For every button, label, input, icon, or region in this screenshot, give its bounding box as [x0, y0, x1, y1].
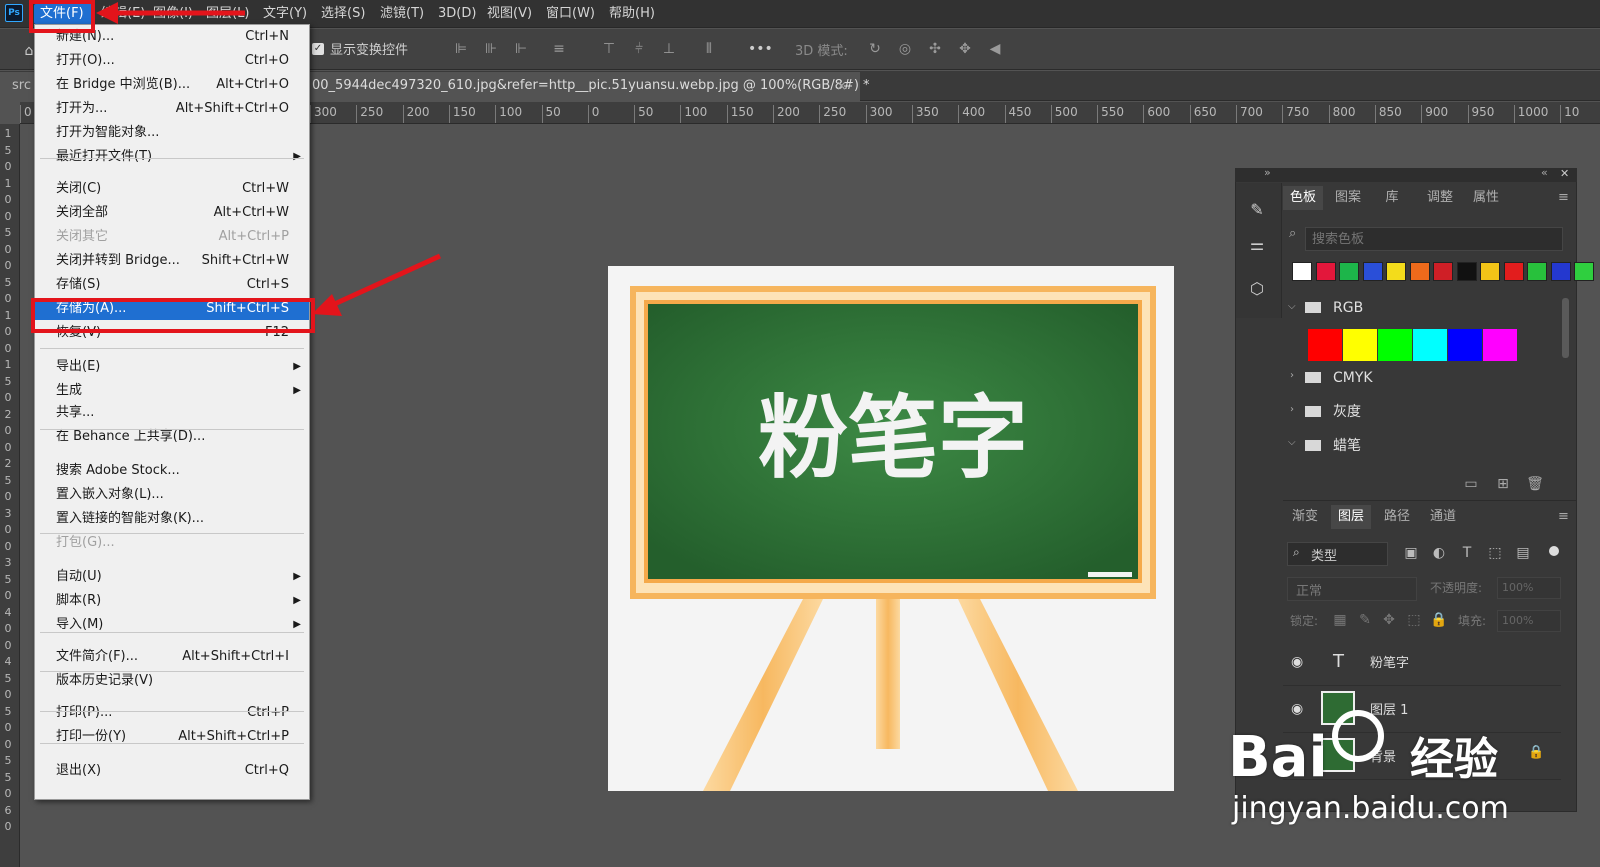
layer-row-text[interactable] [1283, 640, 1561, 686]
watermark-url: jingyan.baidu.com [1232, 791, 1509, 826]
swatch-group-grayscale[interactable]: 灰度 [1333, 400, 1361, 424]
panel-close-icon[interactable]: ✕ [1560, 167, 1569, 180]
filter-shape-icon[interactable]: ⬚ [1486, 545, 1504, 561]
color-swatch[interactable] [1503, 262, 1524, 281]
color-swatch[interactable] [1339, 262, 1359, 281]
color-swatch[interactable] [1386, 262, 1406, 281]
tab-swatches[interactable]: 色板 [1283, 186, 1323, 210]
color-swatch[interactable] [1378, 329, 1412, 361]
lock-all-icon[interactable]: 🔒 [1430, 612, 1448, 628]
3d-cube-icon[interactable]: ⬡ [1248, 281, 1266, 297]
grayscale-chevron-icon[interactable]: › [1290, 404, 1294, 415]
color-swatch[interactable] [1448, 329, 1482, 361]
opacity-input[interactable]: 100% [1497, 577, 1561, 599]
swatch-search-input[interactable] [1305, 227, 1563, 251]
filter-toggle-icon[interactable] [1549, 546, 1559, 556]
tab-gradients[interactable]: 渐变 [1285, 505, 1325, 529]
color-swatch[interactable] [1308, 329, 1342, 361]
color-swatch[interactable] [1292, 262, 1312, 281]
opacity-label: 不透明度: [1430, 581, 1483, 595]
tab-channels[interactable]: 通道 [1423, 505, 1463, 529]
lock-artboard-icon[interactable]: ⬚ [1405, 612, 1423, 628]
brush-settings-icon[interactable]: ✎ [1248, 202, 1266, 218]
search-icon: ⌕ [1289, 226, 1297, 241]
paw-logo-icon [1332, 710, 1384, 762]
delete-swatch-icon[interactable]: 🗑 [1526, 476, 1544, 492]
arrow-to-save-as [328, 253, 442, 309]
layer-filter-label: 类型 [1311, 549, 1338, 564]
color-swatch[interactable] [1409, 262, 1430, 281]
filter-adjustment-icon[interactable]: ◐ [1430, 545, 1448, 561]
filter-smart-icon[interactable]: ▤ [1514, 545, 1532, 561]
new-group-icon[interactable]: ▭ [1462, 476, 1480, 492]
color-swatch[interactable] [1527, 262, 1547, 281]
swatch-group-rgb[interactable]: RGB [1333, 296, 1363, 320]
search-icon: ⌕ [1293, 545, 1300, 559]
folder-icon [1305, 302, 1321, 313]
color-swatch[interactable] [1483, 329, 1517, 361]
color-swatch[interactable] [1362, 262, 1383, 281]
lock-position-icon[interactable]: ✥ [1380, 612, 1398, 628]
layer-name: 图层 1 [1370, 703, 1409, 718]
visibility-eye-icon[interactable]: ◉ [1291, 654, 1303, 670]
color-swatch[interactable] [1343, 329, 1377, 361]
tab-properties[interactable]: 属性 [1466, 186, 1506, 210]
lock-icon: 🔒 [1528, 745, 1545, 760]
tab-libraries[interactable]: 库 [1372, 186, 1412, 210]
arrowhead-file-menu [96, 2, 118, 24]
folder-icon [1305, 440, 1321, 451]
panel-collapse-icon[interactable]: « [1541, 166, 1548, 179]
new-swatch-icon[interactable]: ⊞ [1494, 476, 1512, 492]
swatch-scrollbar[interactable] [1562, 298, 1569, 358]
color-swatch[interactable] [1413, 329, 1447, 361]
layers-menu-icon[interactable]: ≡ [1558, 509, 1569, 524]
blend-mode-value: 正常 [1296, 584, 1323, 599]
adjustments-sliders-icon[interactable]: ⚌ [1248, 237, 1266, 253]
lock-transparent-icon[interactable]: ▦ [1331, 612, 1349, 628]
lock-paint-icon[interactable]: ✎ [1356, 612, 1374, 628]
color-swatch[interactable] [1315, 262, 1336, 281]
color-swatch[interactable] [1480, 262, 1500, 281]
folder-icon [1305, 406, 1321, 417]
color-swatch[interactable] [1456, 262, 1477, 281]
watermark-brand-2: 经验 [1410, 734, 1498, 785]
color-swatch[interactable] [1574, 262, 1594, 281]
color-swatch[interactable] [1433, 262, 1453, 281]
swatch-group-cmyk[interactable]: CMYK [1333, 366, 1373, 390]
panel-divider [1283, 500, 1577, 501]
color-swatch[interactable] [1550, 262, 1571, 281]
panel-expand-icon[interactable]: » [1264, 166, 1271, 179]
layer-name: 粉笔字 [1370, 656, 1410, 671]
filter-type-icon[interactable]: T [1458, 545, 1476, 561]
panel-menu-icon[interactable]: ≡ [1558, 190, 1569, 205]
filter-pixel-icon[interactable]: ▣ [1402, 545, 1420, 561]
crayon-chevron-icon[interactable]: ⌵ [1288, 437, 1296, 448]
fill-input[interactable]: 100% [1497, 610, 1561, 632]
tab-layers[interactable]: 图层 [1331, 505, 1371, 529]
type-layer-icon: T [1333, 651, 1344, 672]
tab-adjustments[interactable]: 调整 [1420, 186, 1460, 210]
tab-patterns[interactable]: 图案 [1328, 186, 1368, 210]
fill-label: 填充: [1458, 614, 1487, 628]
tab-paths[interactable]: 路径 [1377, 505, 1417, 529]
watermark-brand: Bai [1228, 725, 1328, 790]
panel-header [1235, 168, 1577, 182]
lock-label: 锁定: [1290, 614, 1319, 628]
cmyk-chevron-icon[interactable]: › [1290, 370, 1294, 381]
swatch-group-crayon[interactable]: 蜡笔 [1333, 434, 1361, 458]
visibility-eye-icon[interactable]: ◉ [1291, 701, 1303, 717]
folder-icon [1305, 372, 1321, 383]
layer-filter-select[interactable] [1287, 542, 1388, 566]
rgb-chevron-icon[interactable]: ⌵ [1288, 301, 1296, 312]
